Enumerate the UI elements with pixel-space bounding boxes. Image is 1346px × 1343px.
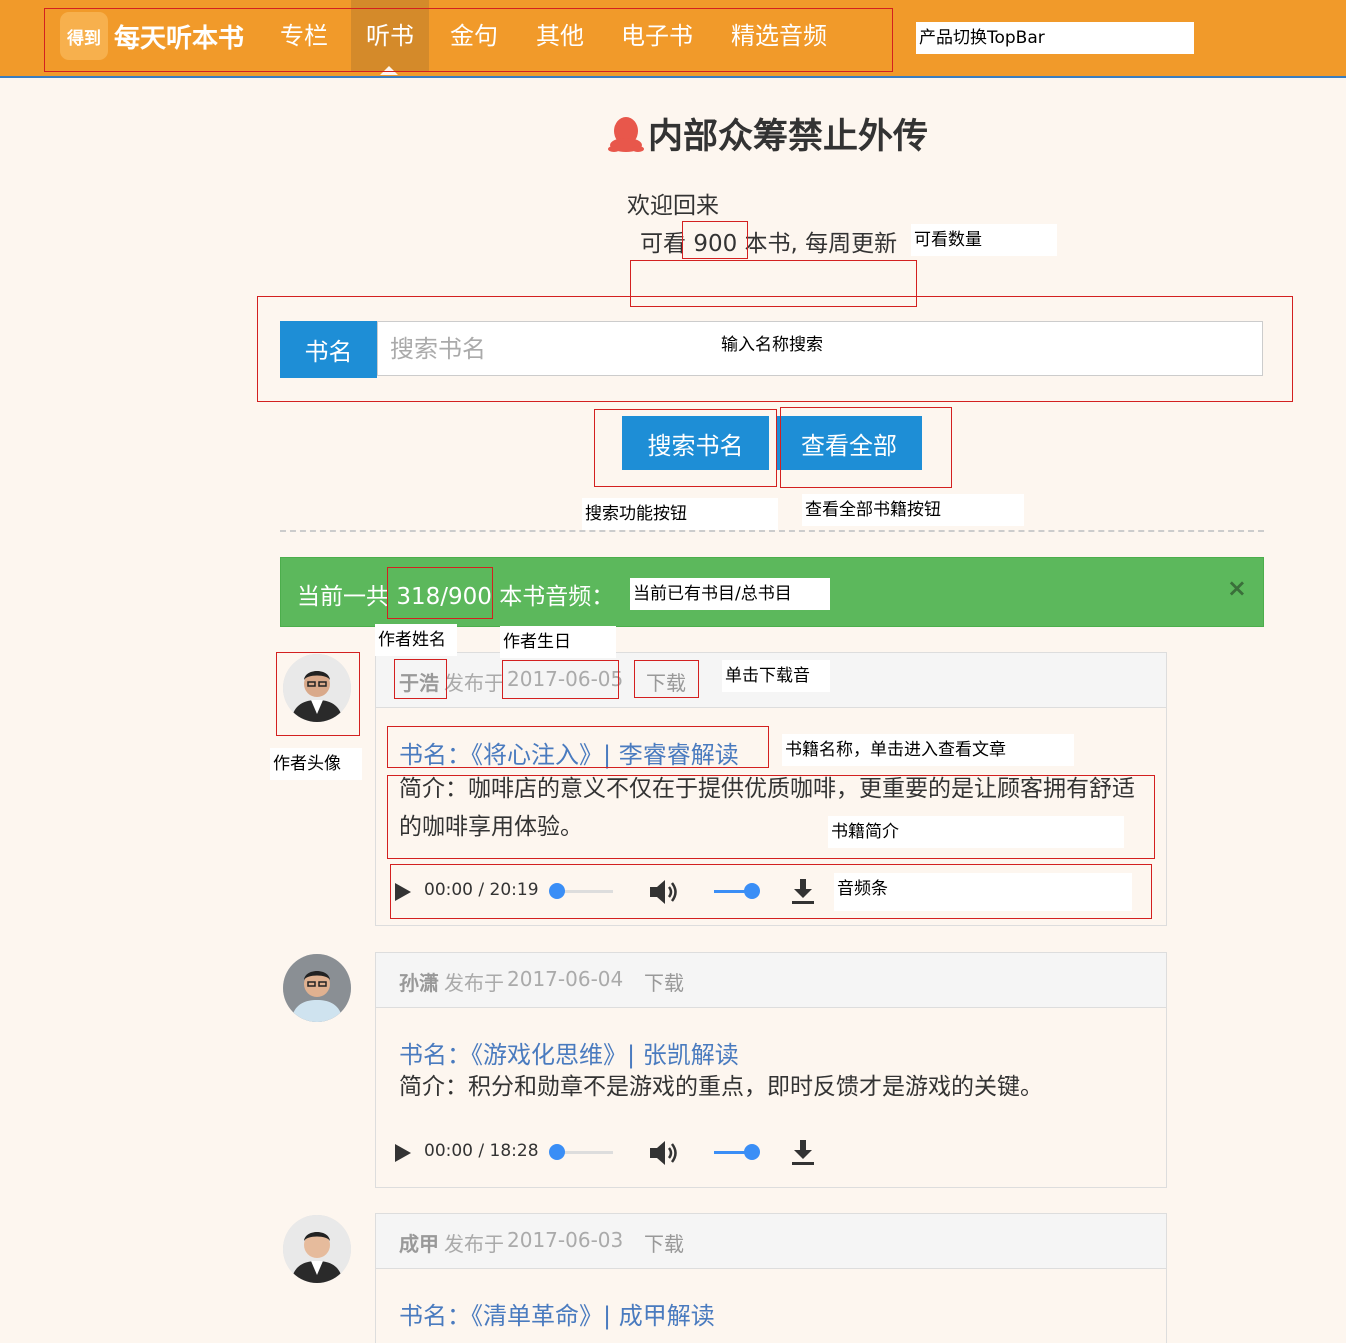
annotation-box-books-count <box>387 567 493 619</box>
annotation-avatar: 作者头像 <box>270 748 362 780</box>
book-title-link[interactable]: 书名：《游戏化思维》| 张凯解读 <box>399 1035 739 1070</box>
volume-handle[interactable] <box>744 1144 760 1160</box>
annotation-box-book-name <box>387 726 769 768</box>
time-total: 18:28 <box>489 1141 539 1161</box>
close-icon[interactable]: × <box>1227 574 1247 602</box>
annotation-box-author-name <box>394 659 447 699</box>
page-title-text: 内部众筹禁止外传 <box>648 117 929 157</box>
entry-header: 孙潇 发布于 2017-06-04 下载 <box>376 953 1166 1008</box>
annotation-view-all-btn: 查看全部书籍按钮 <box>802 494 1024 526</box>
page-title: 内部众筹禁止外传 <box>608 108 928 159</box>
audio-time: 00:00 / 18:28 <box>424 1141 539 1161</box>
volume-icon[interactable] <box>648 1139 680 1167</box>
published-label: 发布于 <box>444 671 504 695</box>
published-label: 发布于 <box>444 1232 504 1256</box>
annotation-search-btn: 搜索功能按钮 <box>582 498 778 530</box>
annotation-box-topbar <box>44 8 893 72</box>
seek-handle[interactable] <box>549 1144 565 1160</box>
available-prefix: 可看 <box>640 231 686 257</box>
publish-date: 2017-06-03 <box>507 1228 624 1252</box>
book-entry-3: 成甲 发布于 2017-06-03 下载 书名：《清单革命》| 成甲解读 <box>375 1213 1167 1343</box>
annotation-author-birthday: 作者生日 <box>500 626 616 658</box>
play-icon[interactable] <box>395 1144 411 1162</box>
entry-header: 成甲 发布于 2017-06-03 下载 <box>376 1214 1166 1269</box>
book-title-link[interactable]: 书名：《清单革命》| 成甲解读 <box>399 1296 715 1331</box>
download-icon[interactable] <box>790 1138 816 1166</box>
books-count-prefix: 当前一共 <box>297 584 389 610</box>
seek-track[interactable] <box>557 1151 613 1154</box>
available-line: 可看 900 本书, 每周更新 <box>640 224 897 258</box>
annotation-box-author-birthday <box>502 660 619 699</box>
author-avatar[interactable] <box>283 1215 351 1283</box>
annotation-book-name: 书籍名称，单击进入查看文章 <box>782 734 1074 766</box>
available-suffix: 本书, 每周更新 <box>744 231 898 257</box>
author-name: 孙潇 <box>399 971 439 995</box>
time-current: 00:00 <box>424 1141 473 1161</box>
download-link[interactable]: 下载 <box>644 967 684 996</box>
annotation-search-input: 输入名称搜索 <box>721 335 823 355</box>
annotation-audio-bar: 音频条 <box>834 873 1132 911</box>
annotation-download: 单击下载音 <box>722 660 830 692</box>
avatar-man-icon <box>283 954 351 1022</box>
dashed-divider <box>280 530 1264 532</box>
download-link[interactable]: 下载 <box>644 1228 684 1257</box>
annotation-count: 可看数量 <box>911 224 1057 256</box>
annotation-topbar: 产品切换TopBar <box>916 22 1194 54</box>
qq-penguin-icon <box>608 116 644 152</box>
annotation-book-intro: 书籍简介 <box>828 816 1124 848</box>
author-avatar[interactable] <box>283 954 351 1022</box>
published-label: 发布于 <box>444 971 504 995</box>
books-count-suffix: 本书音频： <box>499 584 615 610</box>
welcome-text: 欢迎回来 <box>627 193 719 219</box>
annotation-box-avatar <box>276 652 360 736</box>
avatar-man-icon <box>283 1215 351 1283</box>
audio-player: 00:00 / 18:28 <box>376 1127 836 1177</box>
annotation-books-count: 当前已有书目/总书目 <box>630 578 830 610</box>
annotation-box-download <box>634 660 699 698</box>
author-name: 成甲 <box>399 1232 439 1256</box>
annotation-box-view-all-btn <box>780 407 952 488</box>
book-intro: 简介：积分和勋章不是游戏的重点，即时反馈才是游戏的关键。 <box>399 1074 1043 1100</box>
annotation-box-count <box>682 221 748 259</box>
book-entry-2: 孙潇 发布于 2017-06-04 下载 书名：《游戏化思维》| 张凯解读 简介… <box>375 952 1167 1188</box>
annotation-author-name: 作者姓名 <box>375 624 457 656</box>
publish-date: 2017-06-04 <box>507 967 624 991</box>
annotation-box-search-btn <box>594 409 777 487</box>
